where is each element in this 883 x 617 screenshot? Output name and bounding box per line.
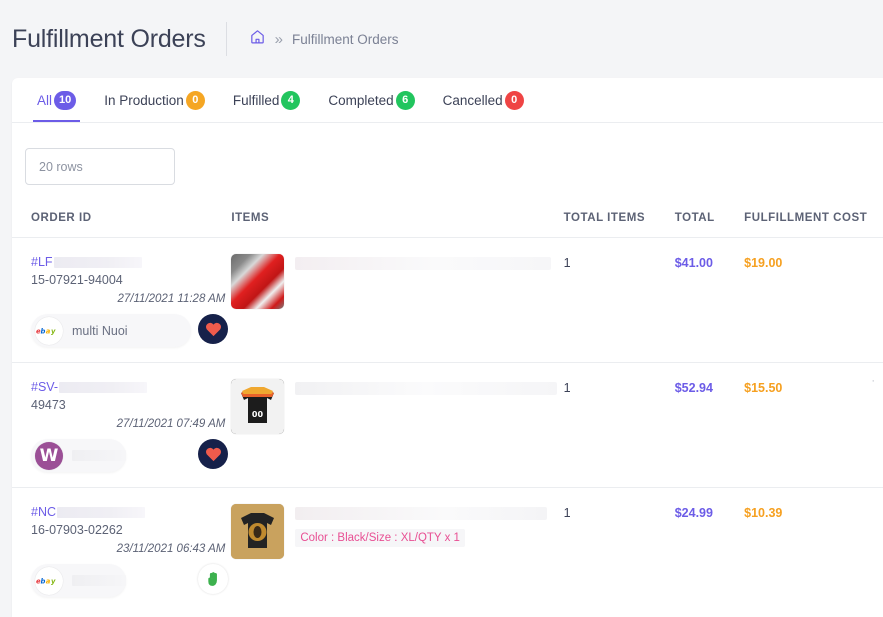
total-items-cell: 1	[563, 506, 571, 520]
order-id-line: #SV-	[31, 379, 231, 395]
tab-label: In Production	[104, 92, 184, 108]
order-date: 27/11/2021 07:49 AM	[116, 418, 226, 430]
woo-letter: W	[39, 445, 59, 466]
column-header-order-id[interactable]: ORDER ID	[31, 212, 231, 224]
table-row[interactable]: #LF 15-07921-94004 27/11/2021 11:28 AM e…	[12, 238, 883, 363]
item-info	[295, 254, 563, 362]
store-pill[interactable]: e b a y	[31, 564, 126, 597]
rows-per-page-value: 20 rows	[39, 159, 83, 174]
orders-card: All 10 In Production 0 Fulfilled 4 Compl…	[12, 78, 883, 617]
item-name-redacted	[295, 507, 548, 520]
tab-badge-count: 6	[395, 90, 415, 110]
rows-per-page-select[interactable]: 20 rows	[25, 148, 175, 185]
svg-text:b: b	[41, 577, 46, 585]
product-thumbnail[interactable]	[231, 504, 285, 559]
home-icon[interactable]	[249, 28, 266, 50]
table-toolbar: 20 rows	[12, 123, 883, 199]
shipstation-heart-icon	[198, 439, 228, 469]
total-items-cell: 1	[563, 381, 571, 395]
fulfillment-cost-cell: $19.00	[744, 256, 783, 270]
tab-badge-count: 0	[504, 90, 524, 110]
store-name: multi Nuoi	[72, 323, 128, 338]
item-name-redacted	[295, 382, 558, 395]
total-cell: $41.00	[674, 256, 713, 270]
items-cell	[231, 254, 563, 362]
item-info: Color : Black/Size : XL/QTY x 1	[295, 504, 563, 613]
item-name-redacted	[295, 257, 552, 270]
tab-label: Completed	[328, 92, 394, 108]
truncation-mark: ·	[871, 375, 875, 387]
order-date: 23/11/2021 06:43 AM	[116, 543, 226, 555]
column-header-items[interactable]: ITEMS	[231, 212, 563, 224]
order-id-prefix[interactable]: #NC	[31, 505, 56, 519]
page-title: Fulfillment Orders	[12, 24, 206, 53]
table-header-row: ORDER ID ITEMS TOTAL ITEMS TOTAL FULFILL…	[12, 199, 883, 238]
order-id-line: #LF	[31, 254, 231, 270]
store-name-redacted	[72, 450, 126, 461]
tab-label: Fulfilled	[232, 92, 280, 108]
header-divider	[225, 22, 227, 56]
breadcrumb: » Fulfillment Orders	[249, 28, 399, 50]
page-header: Fulfillment Orders » Fulfillment Orders	[0, 0, 883, 78]
ebay-icon: e b a y	[35, 316, 63, 345]
total-cell: $52.94	[674, 381, 713, 395]
order-id-sub: 16-07903-02262	[31, 523, 123, 537]
status-tabs: All 10 In Production 0 Fulfilled 4 Compl…	[12, 78, 883, 123]
fulfillment-orders-page: Fulfillment Orders » Fulfillment Orders …	[0, 0, 883, 617]
green-hand-icon	[198, 564, 228, 594]
store-pill[interactable]: W	[31, 439, 126, 472]
tab-all[interactable]: All 10	[23, 78, 90, 122]
breadcrumb-current: Fulfillment Orders	[292, 31, 399, 47]
product-thumbnail[interactable]	[231, 254, 285, 309]
tab-label: All	[37, 92, 53, 108]
order-date: 27/11/2021 11:28 AM	[117, 293, 226, 305]
tab-badge-count: 0	[185, 90, 205, 110]
order-cell: #SV- 49473 27/11/2021 07:49 AM W	[31, 379, 231, 487]
order-id-redacted	[53, 256, 142, 268]
item-info	[295, 379, 563, 487]
order-id-redacted	[59, 381, 148, 393]
svg-text:a: a	[46, 327, 51, 335]
order-id-prefix[interactable]: #SV-	[31, 380, 58, 394]
total-cell: $24.99	[674, 506, 713, 520]
tab-cancelled[interactable]: Cancelled 0	[429, 78, 538, 122]
product-thumbnail[interactable]: 00	[231, 379, 285, 434]
store-pill[interactable]: e b a y multi Nuoi	[31, 314, 191, 347]
tab-fulfilled[interactable]: Fulfilled 4	[219, 78, 315, 122]
tab-label: Cancelled	[442, 92, 503, 108]
woocommerce-icon: W	[35, 441, 63, 470]
total-items-cell: 1	[563, 256, 571, 270]
items-cell: 00 ·	[231, 375, 875, 487]
column-header-fulfillment-cost[interactable]: FULFILLMENT COST	[744, 212, 883, 224]
svg-text:b: b	[41, 327, 46, 335]
column-header-total-items[interactable]: TOTAL ITEMS	[564, 212, 675, 224]
shipstation-heart-icon	[198, 314, 228, 344]
tab-in-production[interactable]: In Production 0	[90, 78, 219, 122]
ebay-icon: e b a y	[35, 566, 63, 595]
table-row[interactable]: #NC 16-07903-02262 23/11/2021 06:43 AM e…	[12, 488, 883, 613]
order-id-line: #NC	[31, 504, 231, 520]
column-header-total[interactable]: TOTAL	[675, 212, 744, 224]
svg-text:a: a	[46, 577, 51, 585]
table-row[interactable]: #SV- 49473 27/11/2021 07:49 AM W 00 · 1 …	[12, 363, 883, 488]
order-cell: #NC 16-07903-02262 23/11/2021 06:43 AM e…	[31, 504, 231, 613]
order-id-prefix[interactable]: #LF	[31, 255, 53, 269]
svg-text:y: y	[51, 327, 56, 335]
tab-badge-count: 10	[54, 90, 77, 110]
svg-text:00: 00	[252, 410, 264, 419]
fulfillment-cost-cell: $15.50	[744, 381, 783, 395]
item-variant: Color : Black/Size : XL/QTY x 1	[295, 529, 465, 547]
items-cell: Color : Black/Size : XL/QTY x 1	[231, 504, 563, 613]
order-id-sub: 49473	[31, 398, 66, 412]
order-cell: #LF 15-07921-94004 27/11/2021 11:28 AM e…	[31, 254, 231, 362]
tab-completed[interactable]: Completed 6	[314, 78, 428, 122]
breadcrumb-separator: »	[274, 30, 284, 48]
store-name-redacted	[72, 575, 126, 586]
fulfillment-cost-cell: $10.39	[744, 506, 783, 520]
order-id-sub: 15-07921-94004	[31, 273, 123, 287]
order-id-redacted	[57, 506, 146, 518]
tab-badge-count: 4	[281, 90, 301, 110]
svg-text:y: y	[51, 577, 56, 585]
